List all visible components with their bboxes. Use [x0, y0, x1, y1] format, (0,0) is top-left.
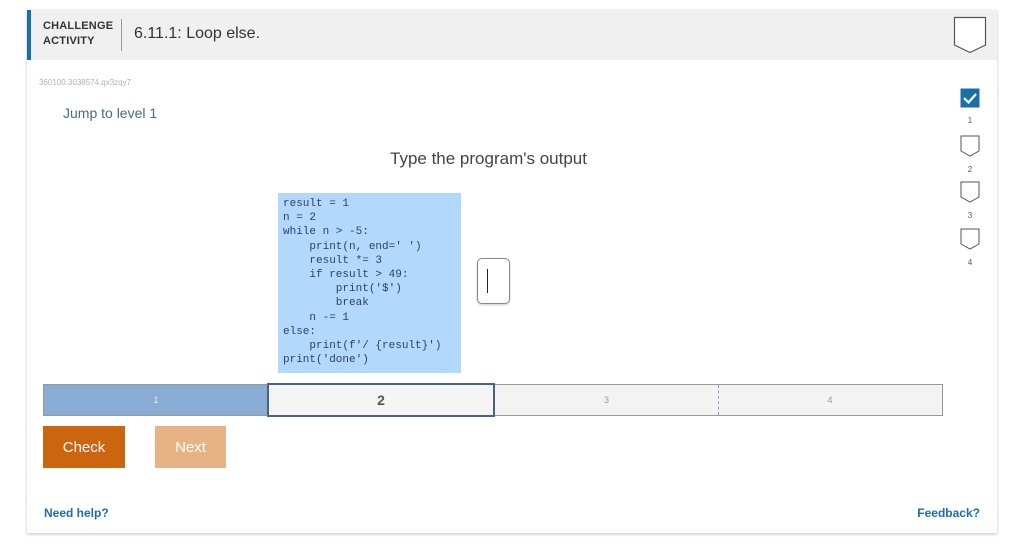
- activity-title: 6.11.1: Loop else.: [134, 25, 261, 42]
- shield-outline-icon: [960, 228, 980, 250]
- code-line: print('$'): [283, 283, 402, 296]
- code-line: result *= 3: [283, 254, 383, 267]
- shield-outline-icon: [960, 135, 980, 157]
- progress-segment-4: 4: [827, 395, 833, 405]
- level-indicator-1[interactable]: 1: [957, 88, 983, 125]
- code-line: print(n, end=' '): [283, 240, 422, 253]
- code-block: result = 1 n = 2 while n > -5: print(n, …: [278, 193, 461, 373]
- tag-line-1: CHALLENGE: [43, 20, 114, 32]
- output-answer-input[interactable]: [477, 258, 510, 304]
- code-line: print('done'): [283, 354, 369, 367]
- code-line: result = 1: [283, 198, 350, 210]
- code-line: if result > 49:: [283, 269, 409, 282]
- need-help-link[interactable]: Need help?: [44, 506, 109, 520]
- header-divider: [121, 19, 122, 51]
- prompt-text: Type the program's output: [390, 149, 587, 168]
- jump-to-level-link[interactable]: Jump to level 1: [63, 105, 157, 121]
- challenge-activity-card: CHALLENGE ACTIVITY 6.11.1: Loop else. 36…: [27, 10, 997, 533]
- level-number: 1: [967, 116, 973, 125]
- level-number: 2: [967, 165, 973, 174]
- check-button[interactable]: Check: [43, 426, 125, 468]
- code-line: print(f'/ {result}'): [283, 340, 442, 353]
- activity-id: 360100.3038574.qx3zqy7: [39, 78, 132, 87]
- next-button[interactable]: Next: [155, 426, 226, 468]
- code-line: n = 2: [283, 212, 317, 225]
- level-progress-bar: 1 2 3 4: [43, 383, 943, 417]
- progress-segment-2[interactable]: 2: [267, 383, 495, 417]
- level-indicator-3[interactable]: 3: [957, 181, 983, 220]
- code-line: else:: [283, 325, 317, 338]
- level-number: 3: [967, 211, 973, 220]
- tag-line-2: ACTIVITY: [43, 35, 95, 47]
- shield-outline-icon: [960, 181, 980, 203]
- code-line: while n > -5:: [283, 226, 369, 239]
- text-caret: [487, 269, 488, 293]
- code-line: n -= 1: [283, 311, 350, 324]
- progress-segment-3: 3: [603, 395, 609, 405]
- level-indicator-4[interactable]: 4: [957, 228, 983, 267]
- activity-type-tag: CHALLENGE ACTIVITY: [43, 19, 119, 49]
- level-indicator-2[interactable]: 2: [957, 135, 983, 174]
- shield-badge-icon: [953, 16, 987, 59]
- checkbox-checked-icon: [960, 88, 980, 108]
- progress-segment-1[interactable]: 1: [44, 385, 268, 415]
- level-number: 4: [967, 258, 973, 267]
- activity-header: CHALLENGE ACTIVITY 6.11.1: Loop else.: [27, 10, 997, 60]
- feedback-link[interactable]: Feedback?: [917, 506, 980, 520]
- code-line: break: [283, 297, 369, 310]
